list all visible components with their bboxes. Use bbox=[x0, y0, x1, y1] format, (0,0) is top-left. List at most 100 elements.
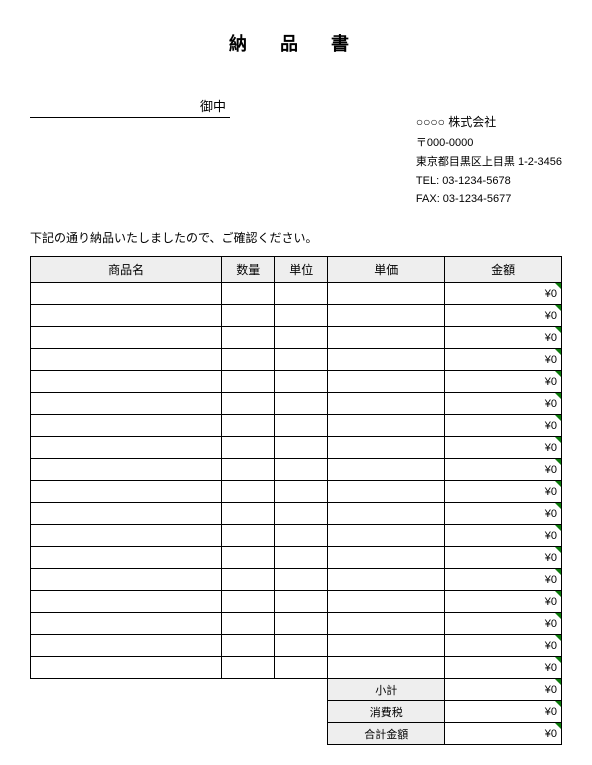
cell-unit[interactable] bbox=[275, 305, 328, 327]
cell-name[interactable] bbox=[31, 349, 222, 371]
cell-price[interactable] bbox=[328, 613, 445, 635]
cell-amount: ¥0 bbox=[445, 305, 562, 327]
cell-qty[interactable] bbox=[222, 327, 275, 349]
cell-price[interactable] bbox=[328, 415, 445, 437]
tax-label: 消費税 bbox=[328, 701, 445, 723]
table-row: ¥0 bbox=[31, 481, 562, 503]
table-row: ¥0 bbox=[31, 525, 562, 547]
cell-qty[interactable] bbox=[222, 393, 275, 415]
table-row: ¥0 bbox=[31, 569, 562, 591]
cell-unit[interactable] bbox=[275, 591, 328, 613]
header-qty: 数量 bbox=[222, 257, 275, 283]
cell-qty[interactable] bbox=[222, 371, 275, 393]
cell-unit[interactable] bbox=[275, 327, 328, 349]
cell-price[interactable] bbox=[328, 525, 445, 547]
cell-unit[interactable] bbox=[275, 393, 328, 415]
cell-name[interactable] bbox=[31, 481, 222, 503]
cell-amount: ¥0 bbox=[445, 569, 562, 591]
cell-price[interactable] bbox=[328, 591, 445, 613]
cell-amount: ¥0 bbox=[445, 283, 562, 305]
cell-price[interactable] bbox=[328, 657, 445, 679]
cell-name[interactable] bbox=[31, 459, 222, 481]
cell-name[interactable] bbox=[31, 613, 222, 635]
table-row: ¥0 bbox=[31, 371, 562, 393]
cell-name[interactable] bbox=[31, 437, 222, 459]
cell-amount: ¥0 bbox=[445, 613, 562, 635]
cell-amount: ¥0 bbox=[445, 437, 562, 459]
company-name: ○○○○ 株式会社 bbox=[416, 112, 562, 132]
items-table: 商品名 数量 単位 単価 金額 ¥0¥0¥0¥0¥0¥0¥0¥0¥0¥0¥0¥0… bbox=[30, 256, 562, 745]
cell-unit[interactable] bbox=[275, 283, 328, 305]
cell-unit[interactable] bbox=[275, 525, 328, 547]
cell-unit[interactable] bbox=[275, 459, 328, 481]
cell-unit[interactable] bbox=[275, 415, 328, 437]
cell-qty[interactable] bbox=[222, 459, 275, 481]
cell-qty[interactable] bbox=[222, 283, 275, 305]
cell-name[interactable] bbox=[31, 503, 222, 525]
cell-qty[interactable] bbox=[222, 635, 275, 657]
cell-price[interactable] bbox=[328, 371, 445, 393]
cell-name[interactable] bbox=[31, 547, 222, 569]
cell-amount: ¥0 bbox=[445, 459, 562, 481]
cell-name[interactable] bbox=[31, 327, 222, 349]
cell-price[interactable] bbox=[328, 305, 445, 327]
cell-amount: ¥0 bbox=[445, 657, 562, 679]
cell-unit[interactable] bbox=[275, 657, 328, 679]
cell-name[interactable] bbox=[31, 371, 222, 393]
cell-name[interactable] bbox=[31, 657, 222, 679]
cell-qty[interactable] bbox=[222, 305, 275, 327]
cell-price[interactable] bbox=[328, 393, 445, 415]
cell-name[interactable] bbox=[31, 283, 222, 305]
cell-price[interactable] bbox=[328, 569, 445, 591]
cell-qty[interactable] bbox=[222, 547, 275, 569]
cell-amount: ¥0 bbox=[445, 547, 562, 569]
cell-qty[interactable] bbox=[222, 657, 275, 679]
cell-unit[interactable] bbox=[275, 481, 328, 503]
cell-qty[interactable] bbox=[222, 569, 275, 591]
table-row: ¥0 bbox=[31, 635, 562, 657]
cell-unit[interactable] bbox=[275, 349, 328, 371]
cell-name[interactable] bbox=[31, 305, 222, 327]
cell-name[interactable] bbox=[31, 569, 222, 591]
cell-name[interactable] bbox=[31, 393, 222, 415]
table-row: ¥0 bbox=[31, 283, 562, 305]
cell-price[interactable] bbox=[328, 349, 445, 371]
cell-price[interactable] bbox=[328, 481, 445, 503]
cell-name[interactable] bbox=[31, 591, 222, 613]
cell-qty[interactable] bbox=[222, 437, 275, 459]
cell-amount: ¥0 bbox=[445, 393, 562, 415]
cell-unit[interactable] bbox=[275, 613, 328, 635]
cell-amount: ¥0 bbox=[445, 591, 562, 613]
cell-price[interactable] bbox=[328, 327, 445, 349]
cell-name[interactable] bbox=[31, 525, 222, 547]
company-fax: FAX: 03-1234-5677 bbox=[416, 190, 562, 209]
cell-price[interactable] bbox=[328, 635, 445, 657]
subtotal-value: ¥0 bbox=[445, 679, 562, 701]
cell-qty[interactable] bbox=[222, 525, 275, 547]
cell-price[interactable] bbox=[328, 283, 445, 305]
cell-unit[interactable] bbox=[275, 437, 328, 459]
cell-amount: ¥0 bbox=[445, 503, 562, 525]
cell-price[interactable] bbox=[328, 547, 445, 569]
cell-unit[interactable] bbox=[275, 569, 328, 591]
company-postal: 〒000-0000 bbox=[416, 134, 562, 153]
cell-unit[interactable] bbox=[275, 547, 328, 569]
cell-name[interactable] bbox=[31, 415, 222, 437]
header-unit: 単位 bbox=[275, 257, 328, 283]
cell-unit[interactable] bbox=[275, 371, 328, 393]
cell-price[interactable] bbox=[328, 437, 445, 459]
cell-qty[interactable] bbox=[222, 481, 275, 503]
table-row: ¥0 bbox=[31, 327, 562, 349]
header-name: 商品名 bbox=[31, 257, 222, 283]
cell-qty[interactable] bbox=[222, 503, 275, 525]
cell-name[interactable] bbox=[31, 635, 222, 657]
cell-unit[interactable] bbox=[275, 635, 328, 657]
cell-qty[interactable] bbox=[222, 591, 275, 613]
cell-price[interactable] bbox=[328, 503, 445, 525]
cell-qty[interactable] bbox=[222, 415, 275, 437]
intro-text: 下記の通り納品いたしましたので、ご確認ください。 bbox=[30, 229, 562, 246]
cell-qty[interactable] bbox=[222, 613, 275, 635]
cell-unit[interactable] bbox=[275, 503, 328, 525]
cell-qty[interactable] bbox=[222, 349, 275, 371]
cell-price[interactable] bbox=[328, 459, 445, 481]
